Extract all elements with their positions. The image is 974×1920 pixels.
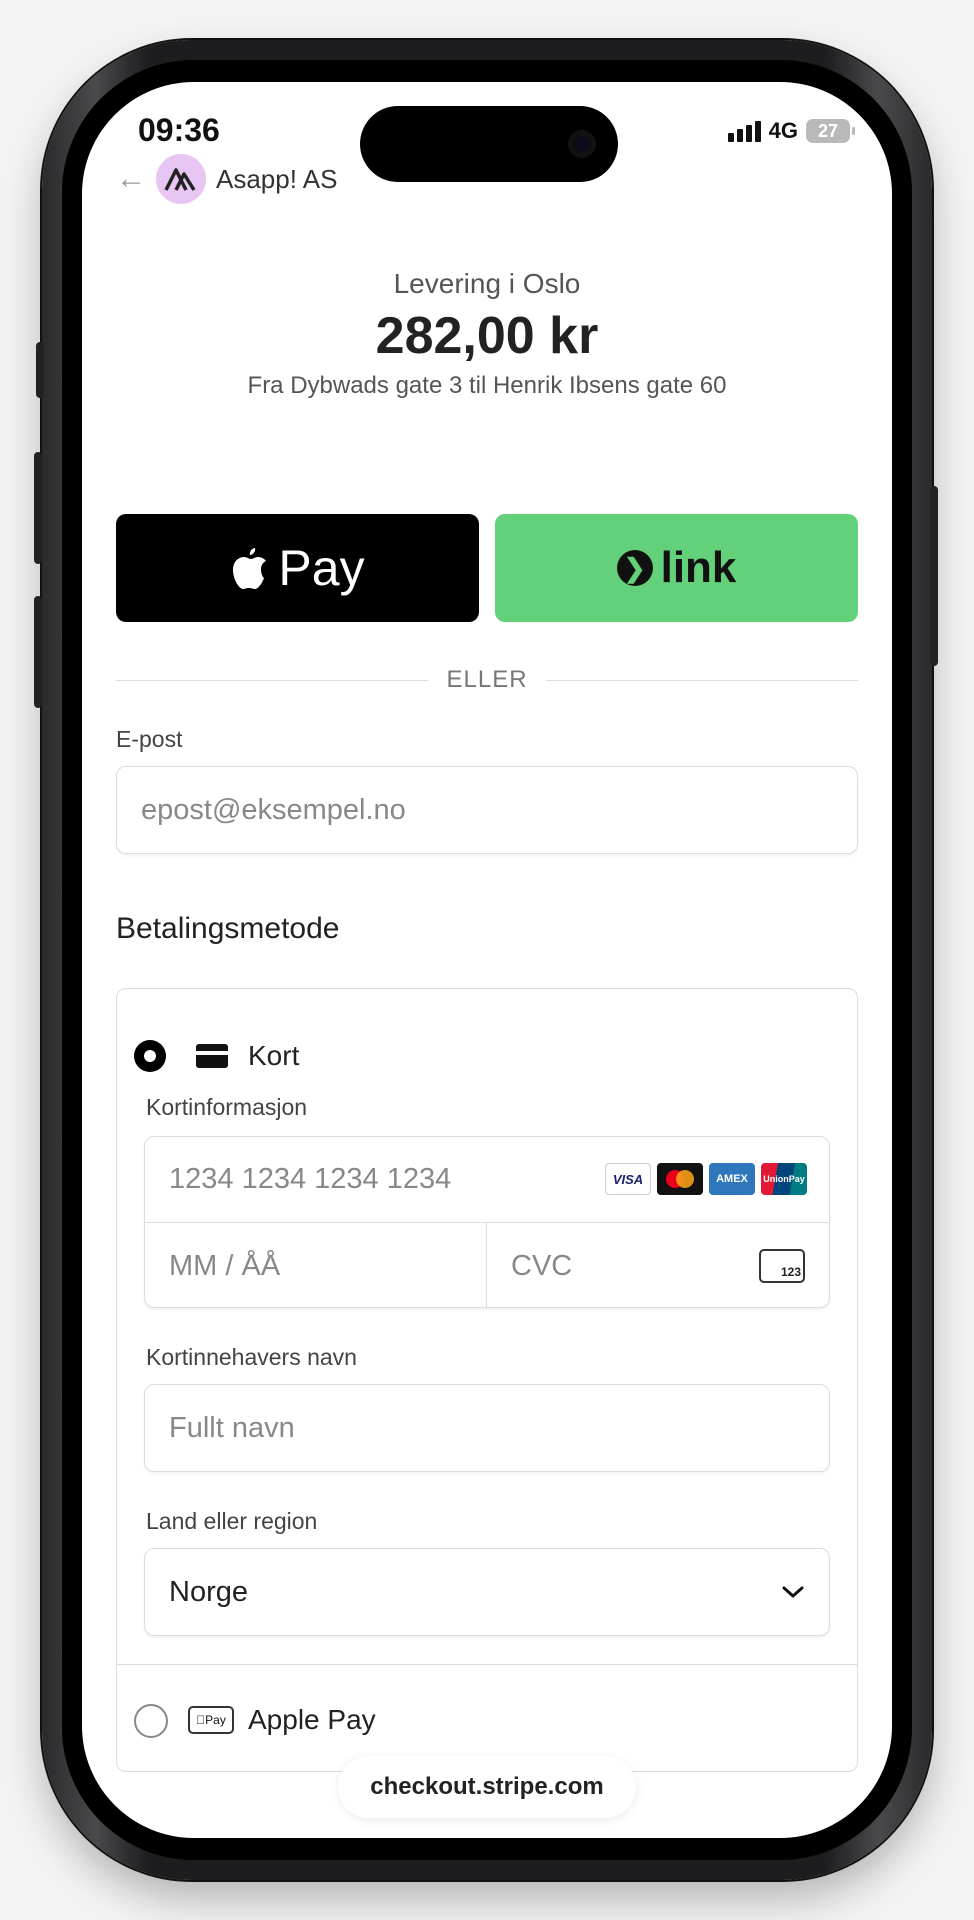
card-number-placeholder: 1234 1234 1234 1234	[169, 1163, 452, 1195]
cvc-placeholder: CVC	[511, 1249, 573, 1282]
country-value: Norge	[169, 1575, 248, 1608]
apple-pay-label: Pay	[278, 540, 365, 596]
amex-icon: AMEX	[709, 1163, 755, 1195]
merchant-logo	[156, 154, 206, 204]
expiry-placeholder: MM / ÅÅ	[169, 1249, 281, 1282]
asapp-logo-icon	[164, 168, 196, 191]
email-placeholder: epost@eksempel.no	[141, 793, 406, 826]
unionpay-icon: UnionPay	[761, 1163, 807, 1195]
email-label: E-post	[116, 726, 183, 752]
action-button	[36, 342, 44, 398]
browser-url-bar[interactable]: checkout.stripe.com	[338, 1756, 636, 1818]
expiry-input[interactable]: MM / ÅÅ	[145, 1223, 487, 1309]
payment-method-separator	[116, 1664, 858, 1665]
divider-line-left	[116, 679, 429, 681]
or-divider: ELLER	[116, 666, 859, 694]
phone-screen: 09:36 4G 27 ← Asapp! AS Levering i Oslo …	[82, 82, 892, 1838]
divider-text: ELLER	[446, 666, 528, 693]
country-select[interactable]: Norge	[144, 1548, 830, 1636]
battery-level: 27	[817, 120, 839, 141]
power-button	[930, 486, 938, 666]
cardholder-name-field[interactable]: Fullt navn	[144, 1384, 830, 1472]
merchant-name: Asapp! AS	[216, 163, 338, 194]
mastercard-icon	[657, 1163, 703, 1195]
apple-pay-mini-label: Pay	[196, 1713, 226, 1727]
country-label: Land eller region	[146, 1508, 318, 1534]
chevron-down-icon	[782, 1586, 804, 1598]
battery-icon: 27	[806, 119, 855, 143]
camera-icon	[568, 130, 596, 158]
url-text: checkout.stripe.com	[370, 1773, 604, 1800]
card-details-group: 1234 1234 1234 1234 VISA AMEX UnionPay M…	[144, 1136, 830, 1309]
volume-down-button	[34, 596, 42, 708]
price: 282,00 kr	[375, 307, 599, 365]
apple-icon	[233, 548, 267, 589]
volume-up-button	[34, 452, 42, 564]
credit-card-icon	[196, 1044, 228, 1068]
route-description: Fra Dybwads gate 3 til Henrik Ibsens gat…	[247, 372, 727, 399]
card-option-label[interactable]: Kort	[248, 1040, 299, 1072]
email-field[interactable]: epost@eksempel.no	[116, 766, 858, 854]
cardholder-label: Kortinnehavers navn	[146, 1344, 357, 1370]
card-info-label: Kortinformasjon	[146, 1094, 308, 1120]
express-checkout: Pay ❯ link	[116, 514, 858, 622]
order-summary: Levering i Oslo 282,00 kr Fra Dybwads ga…	[82, 268, 892, 400]
merchant-header[interactable]: ← Asapp! AS	[116, 154, 337, 204]
divider-line-right	[545, 679, 859, 681]
arrow-left-icon[interactable]: ←	[116, 162, 146, 196]
status-time: 09:36	[138, 112, 220, 148]
network-type: 4G	[768, 118, 798, 143]
apple-pay-button[interactable]: Pay	[116, 514, 479, 622]
apple-pay-radio[interactable]	[134, 1704, 168, 1738]
card-radio-selected[interactable]	[134, 1040, 166, 1072]
apple-pay-mini-icon: Pay	[188, 1706, 234, 1734]
status-indicators: 4G 27	[727, 118, 855, 144]
apple-pay-option-label[interactable]: Apple Pay	[248, 1704, 376, 1736]
link-arrow-icon: ❯	[616, 550, 653, 586]
signal-icon	[727, 120, 761, 142]
cardholder-placeholder: Fullt navn	[169, 1411, 295, 1444]
dynamic-island	[360, 106, 618, 182]
visa-icon: VISA	[605, 1163, 651, 1195]
payment-method-title: Betalingsmetode	[116, 912, 340, 945]
link-button[interactable]: ❯ link	[495, 514, 858, 622]
card-brands: VISA AMEX UnionPay	[605, 1163, 807, 1195]
product-name: Levering i Oslo	[393, 268, 581, 299]
cvc-card-icon: 123	[759, 1249, 805, 1283]
link-label: link	[660, 543, 737, 592]
